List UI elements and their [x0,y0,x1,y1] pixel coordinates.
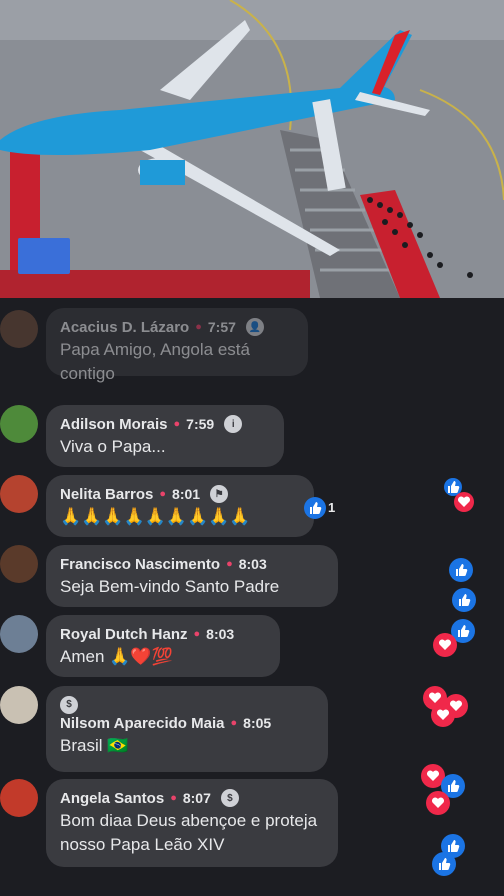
comment-bubble[interactable]: Angela Santos ● 8:07 $ Bom diaa Deus abe… [46,779,338,867]
dollar-icon: $ [220,789,239,807]
live-video[interactable] [0,0,504,298]
comment-bubble[interactable]: Adilson Morais ● 7:59 i Viva o Papa... [46,405,284,467]
avatar[interactable] [0,779,38,817]
separator-dot: ● [226,558,233,570]
comment-time: 8:07 [182,790,211,806]
love-reaction-icon [426,791,450,815]
comment-time: 8:03 [206,626,235,642]
separator-dot: ● [170,792,177,804]
avatar[interactable] [0,545,38,583]
avatar[interactable] [0,405,38,443]
avatar[interactable] [0,686,38,724]
love-reaction-icon [454,492,474,512]
love-reaction-icon [433,633,457,657]
commenter-name[interactable]: Acacius D. Lázaro [60,319,189,336]
person-icon: 👤 [245,318,264,336]
like-reaction-icon [449,558,473,582]
comment-bubble[interactable]: Royal Dutch Hanz ● 8:03 Amen 🙏❤️💯 [46,615,280,677]
comment-time: 8:03 [238,556,267,572]
commenter-name[interactable]: Nelita Barros [60,486,153,503]
comment-bubble[interactable]: Nelita Barros ● 8:01 ⚑ 🙏🙏🙏🙏🙏🙏🙏🙏🙏 [46,475,314,537]
comment-bubble[interactable]: Francisco Nascimento ● 8:03 Seja Bem-vin… [46,545,338,607]
commenter-name[interactable]: Nilsom Aparecido Maia [60,715,225,732]
like-reaction-icon[interactable] [304,497,326,519]
comment-text: Amen 🙏❤️💯 [60,647,173,666]
commenter-name[interactable]: Angela Santos [60,790,164,807]
comment-time: 7:59 [186,416,215,432]
commenter-name[interactable]: Adilson Morais [60,416,168,433]
comment-time: 7:57 [207,319,236,335]
separator-dot: ● [195,321,202,333]
comment-text: Papa Amigo, Angola está contigo [60,340,250,383]
commenter-name[interactable]: Royal Dutch Hanz [60,626,188,643]
reaction-count: 1 [328,500,336,515]
comment-text: Bom diaa Deus abençoe e proteja nosso Pa… [60,811,318,854]
separator-dot: ● [193,628,201,640]
dollar-icon: $ [60,695,78,714]
vatican-media-logo [18,238,70,274]
comment-text: 🙏🙏🙏🙏🙏🙏🙏🙏🙏 [60,507,251,526]
comment-text: Brasil 🇧🇷 [60,736,129,755]
flag-icon: ⚑ [210,485,229,503]
separator-dot: ● [159,488,167,500]
comment-bubble[interactable]: $ Nilsom Aparecido Maia ● 8:05 Brasil 🇧🇷 [46,686,328,772]
comment-time: 8:01 [172,486,201,502]
comment-text: Seja Bem-vindo Santo Padre [60,577,280,596]
comment-time: 8:05 [243,715,272,731]
comment-text: Viva o Papa... [60,437,166,456]
airport-scene [0,0,504,298]
avatar[interactable] [0,475,38,513]
love-reaction-icon [431,703,455,727]
comment-bubble[interactable]: Acacius D. Lázaro ● 7:57 👤 Papa Amigo, A… [46,308,308,383]
separator-dot: ● [230,717,238,729]
avatar[interactable] [0,310,38,348]
separator-dot: ● [173,418,181,430]
info-icon: i [224,415,243,433]
like-reaction-icon [432,852,456,876]
like-reaction-icon [452,588,476,612]
avatar[interactable] [0,615,38,653]
commenter-name[interactable]: Francisco Nascimento [60,556,220,573]
